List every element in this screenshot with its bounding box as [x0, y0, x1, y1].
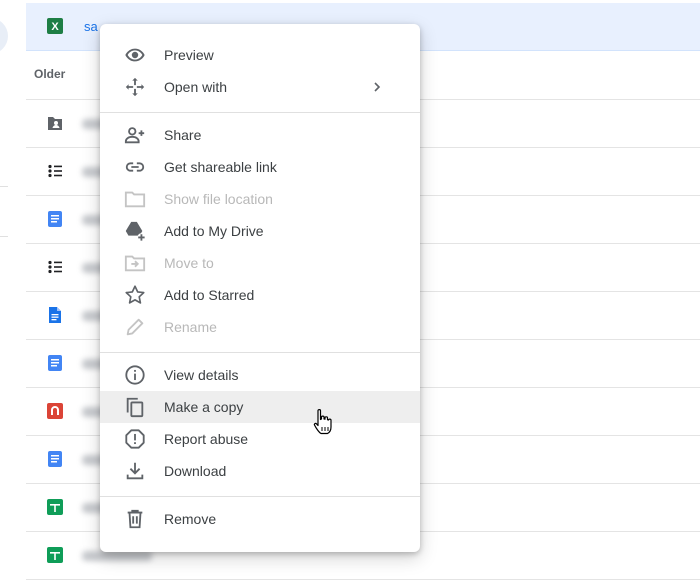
menu-separator: [100, 496, 420, 497]
menu-item-open-with[interactable]: Open with: [100, 71, 420, 103]
menu-item-view-details[interactable]: View details: [100, 359, 420, 391]
star-icon: [124, 284, 146, 306]
menu-item-label: Add to Starred: [164, 287, 255, 303]
svg-text:X: X: [51, 21, 59, 33]
menu-item-preview[interactable]: Preview: [100, 39, 420, 71]
pencil-icon: [124, 316, 146, 338]
menu-item-show-file-location[interactable]: Show file location: [100, 183, 420, 215]
menu-separator: [100, 112, 420, 113]
menu-item-label: Remove: [164, 511, 217, 527]
list-doc-icon: [48, 164, 62, 178]
drive-add-icon: [124, 220, 146, 242]
file-name[interactable]: sa: [84, 19, 98, 34]
menu-item-label: Report abuse: [164, 431, 249, 447]
menu-separator: [100, 352, 420, 353]
menu-item-label: Open with: [164, 79, 228, 95]
google-docs-icon: [48, 355, 62, 371]
move-to-folder-icon: [124, 252, 146, 274]
google-docs-file-icon: [49, 307, 61, 323]
copy-icon: [124, 396, 146, 418]
info-icon: [124, 364, 146, 386]
list-doc-icon: [48, 260, 62, 274]
section-label: Older: [34, 67, 66, 81]
download-icon: [124, 460, 146, 482]
left-gutter: [0, 0, 26, 569]
menu-item-label: Make a copy: [164, 399, 244, 415]
context-menu: Preview Open with Share Get shareable li…: [100, 24, 420, 552]
menu-item-rename[interactable]: Rename: [100, 311, 420, 343]
menu-item-label: Preview: [164, 47, 214, 63]
menu-item-add-to-starred[interactable]: Add to Starred: [100, 279, 420, 311]
link-icon: [124, 156, 146, 178]
report-icon: [124, 428, 146, 450]
folder-icon: [124, 188, 146, 210]
menu-item-make-a-copy[interactable]: Make a copy: [100, 391, 420, 423]
menu-item-label: Download: [164, 463, 227, 479]
file-name-obscured: [82, 551, 152, 561]
trash-icon: [124, 508, 146, 530]
person-add-icon: [124, 124, 146, 146]
menu-item-label: Share: [164, 127, 202, 143]
menu-item-label: Add to My Drive: [164, 223, 264, 239]
divider: [0, 236, 8, 237]
hand-pointer-cursor-icon: [313, 409, 332, 435]
menu-item-label: Show file location: [164, 191, 273, 207]
divider: [0, 186, 8, 187]
menu-item-label: Rename: [164, 319, 217, 335]
chevron-right-icon: [374, 82, 381, 92]
move-arrows-icon: [124, 76, 146, 98]
menu-item-label: Move to: [164, 255, 214, 271]
google-sheets-icon: [47, 499, 63, 515]
google-docs-icon: [48, 211, 62, 227]
eye-icon: [124, 44, 146, 66]
menu-item-share[interactable]: Share: [100, 119, 420, 151]
menu-item-label: Get shareable link: [164, 159, 277, 175]
sidebar-new-button-edge[interactable]: [0, 18, 8, 54]
google-docs-icon: [48, 451, 62, 467]
menu-item-label: View details: [164, 367, 239, 383]
menu-item-add-to-my-drive[interactable]: Add to My Drive: [100, 215, 420, 247]
menu-item-get-shareable-link[interactable]: Get shareable link: [100, 151, 420, 183]
google-sheets-icon: [47, 547, 63, 563]
excel-icon: X: [47, 18, 63, 34]
menu-item-move-to[interactable]: Move to: [100, 247, 420, 279]
menu-item-download[interactable]: Download: [100, 455, 420, 487]
menu-item-report-abuse[interactable]: Report abuse: [100, 423, 420, 455]
shared-folder-icon: [48, 117, 62, 130]
pdf-red-icon: [47, 403, 63, 419]
menu-item-remove[interactable]: Remove: [100, 503, 420, 535]
